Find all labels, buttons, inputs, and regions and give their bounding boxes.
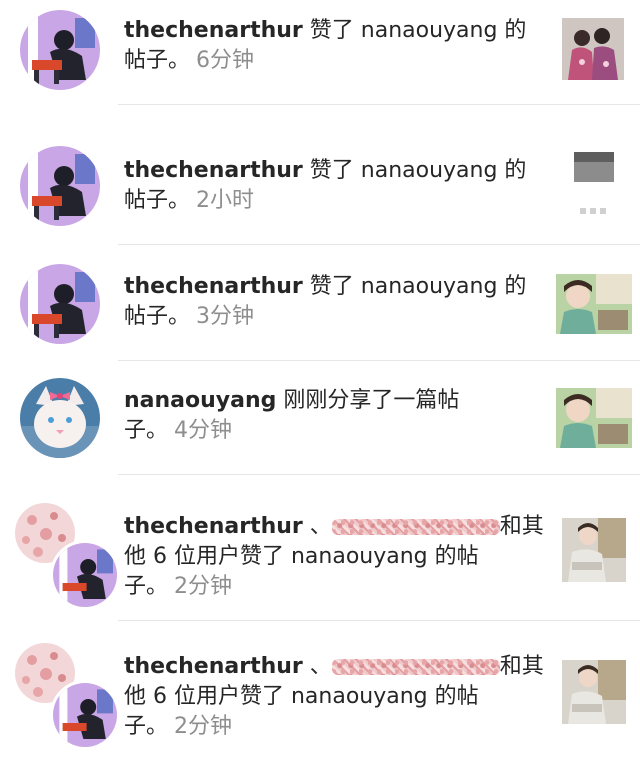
grouped-avatars[interactable] bbox=[12, 500, 120, 620]
action-text-cont: 帖子。 bbox=[124, 48, 191, 73]
action-text: 、 bbox=[302, 654, 332, 679]
notification-text: thechenarthur 赞了 nanaouyang 的 帖子。 3分钟 bbox=[124, 272, 544, 332]
action-text-cont: 他 6 位用户赞了 nanaouyang 的帖 bbox=[124, 544, 479, 569]
action-text-cont: 子。 bbox=[124, 418, 169, 443]
username[interactable]: nanaouyang bbox=[124, 388, 276, 413]
post-thumbnail[interactable] bbox=[562, 518, 626, 582]
timestamp: 6分钟 bbox=[196, 48, 255, 73]
post-thumbnail[interactable] bbox=[562, 18, 624, 80]
user-avatar-nanaouyang[interactable] bbox=[20, 378, 100, 458]
post-thumbnail[interactable] bbox=[566, 148, 622, 228]
timestamp: 2小时 bbox=[196, 188, 255, 213]
action-text-end2: 子。 bbox=[124, 574, 169, 599]
redacted-username bbox=[331, 519, 500, 535]
divider bbox=[118, 620, 640, 621]
notification-item[interactable]: thechenarthur 赞了 nanaouyang 的 帖子。 3分钟 bbox=[0, 254, 640, 360]
grouped-avatars[interactable] bbox=[12, 640, 120, 760]
notification-text: thechenarthur 赞了 nanaouyang 的 帖子。 6分钟 bbox=[124, 16, 544, 76]
timestamp: 2分钟 bbox=[174, 714, 233, 739]
notification-text: thechenarthur 赞了 nanaouyang 的 帖子。 2小时 bbox=[124, 156, 544, 216]
action-text: 赞了 nanaouyang 的 bbox=[302, 274, 527, 299]
username[interactable]: thechenarthur bbox=[124, 274, 303, 299]
user-avatar-thechenarthur[interactable] bbox=[20, 264, 100, 344]
action-text: 赞了 nanaouyang 的 bbox=[302, 18, 527, 43]
notification-item[interactable]: nanaouyang 刚刚分享了一篇帖 子。 4分钟 bbox=[0, 372, 640, 474]
post-thumbnail[interactable] bbox=[556, 388, 632, 448]
user-avatar-thechenarthur[interactable] bbox=[20, 146, 100, 226]
user-avatar-thechenarthur[interactable] bbox=[50, 540, 120, 610]
post-thumbnail[interactable] bbox=[556, 274, 632, 334]
user-avatar-thechenarthur[interactable] bbox=[50, 680, 120, 750]
notification-text: thechenarthur 、 和其 他 6 位用户赞了 nanaouyang 的… bbox=[124, 512, 554, 602]
timestamp: 2分钟 bbox=[174, 574, 233, 599]
action-text-end: 和其 bbox=[499, 654, 544, 679]
action-text-cont: 帖子。 bbox=[124, 188, 191, 213]
action-text: 赞了 nanaouyang 的 bbox=[302, 158, 527, 183]
action-text-cont: 帖子。 bbox=[124, 304, 191, 329]
action-text: 刚刚分享了一篇帖 bbox=[276, 388, 460, 413]
post-thumbnail[interactable] bbox=[562, 660, 626, 724]
divider bbox=[118, 244, 640, 245]
username[interactable]: thechenarthur bbox=[124, 18, 303, 43]
action-text: 、 bbox=[302, 514, 332, 539]
username[interactable]: thechenarthur bbox=[124, 158, 303, 183]
notification-item[interactable]: thechenarthur 赞了 nanaouyang 的 帖子。 2小时 bbox=[0, 136, 640, 244]
notification-item[interactable]: thechenarthur 、 和其 他 6 位用户赞了 nanaouyang 的… bbox=[0, 496, 640, 620]
redacted-username bbox=[331, 659, 500, 675]
action-text-cont: 他 6 位用户赞了 nanaouyang 的帖 bbox=[124, 684, 479, 709]
timestamp: 4分钟 bbox=[174, 418, 233, 443]
username[interactable]: thechenarthur bbox=[124, 514, 303, 539]
divider bbox=[118, 104, 640, 105]
notification-item[interactable]: thechenarthur 、 和其 他 6 位用户赞了 nanaouyang 的… bbox=[0, 636, 640, 750]
user-avatar-thechenarthur[interactable] bbox=[20, 10, 100, 90]
action-text-end: 和其 bbox=[499, 514, 544, 539]
username[interactable]: thechenarthur bbox=[124, 654, 303, 679]
action-text-end2: 子。 bbox=[124, 714, 169, 739]
notification-text: nanaouyang 刚刚分享了一篇帖 子。 4分钟 bbox=[124, 386, 544, 446]
divider bbox=[118, 474, 640, 475]
divider bbox=[118, 360, 640, 361]
notification-text: thechenarthur 、 和其 他 6 位用户赞了 nanaouyang 的… bbox=[124, 652, 554, 742]
activity-feed: thechenarthur 赞了 nanaouyang 的 帖子。 6分钟 the… bbox=[0, 0, 640, 750]
notification-item[interactable]: thechenarthur 赞了 nanaouyang 的 帖子。 6分钟 bbox=[0, 0, 640, 104]
timestamp: 3分钟 bbox=[196, 304, 255, 329]
